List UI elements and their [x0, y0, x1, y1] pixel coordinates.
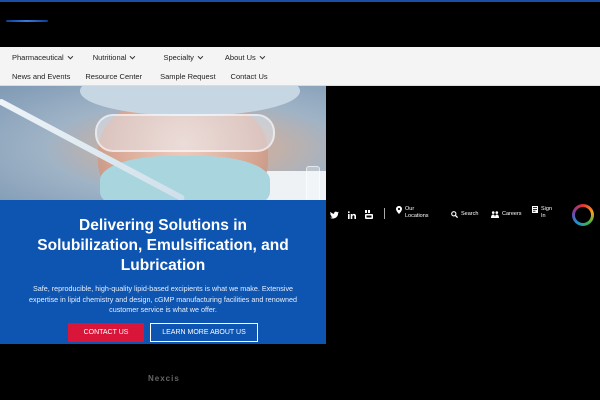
chevron-down-icon	[259, 53, 266, 59]
nav-item-nutritional[interactable]: Nutritional	[71, 53, 136, 62]
nav-row-secondary: News and Events Resource Center Sample R…	[0, 67, 268, 86]
page: Pharmaceutical Nutritional Specialty Abo…	[0, 0, 600, 400]
utility-divider	[384, 208, 385, 219]
hero-title: Delivering Solutions in Solubilization, …	[37, 217, 289, 274]
our-locations-link[interactable]: Our Locations	[396, 206, 429, 220]
learn-more-button[interactable]: LEARN MORE ABOUT US	[150, 323, 258, 342]
main-nav: Pharmaceutical Nutritional Specialty Abo…	[0, 47, 600, 86]
hero-image	[0, 86, 326, 200]
youtube-icon[interactable]	[365, 210, 373, 219]
hero-description: Safe, reproducible, high-quality lipid-b…	[29, 284, 297, 314]
contact-us-button[interactable]: CONTACT US	[68, 323, 144, 342]
careers-icon	[491, 211, 499, 218]
nav-item-news-and-events[interactable]: News and Events	[0, 72, 70, 81]
search-icon	[451, 211, 458, 218]
nav-item-sample-request[interactable]: Sample Request	[142, 72, 215, 81]
hero-banner: Delivering Solutions in Solubilization, …	[0, 200, 326, 344]
location-pin-icon	[396, 206, 402, 214]
sign-in-icon	[532, 206, 538, 213]
linkedin-icon[interactable]	[348, 211, 356, 219]
nav-item-pharmaceutical[interactable]: Pharmaceutical	[0, 53, 73, 62]
brand-ring-icon[interactable]	[572, 204, 594, 226]
sign-in-link[interactable]: Sign In	[532, 206, 552, 220]
footer-logo: Nexcis	[148, 374, 180, 383]
twitter-icon[interactable]	[330, 211, 339, 219]
nav-item-resource-center[interactable]: Resource Center	[70, 72, 142, 81]
nav-item-about-us[interactable]: About Us	[201, 53, 266, 62]
nav-item-contact-us[interactable]: Contact Us	[216, 72, 268, 81]
nav-item-specialty[interactable]: Specialty	[133, 53, 204, 62]
top-stripe	[0, 0, 600, 2]
site-logo[interactable]	[6, 20, 48, 22]
search-link[interactable]: Search	[451, 211, 478, 218]
careers-link[interactable]: Careers	[491, 211, 522, 218]
nav-row-primary: Pharmaceutical Nutritional Specialty Abo…	[0, 48, 266, 67]
